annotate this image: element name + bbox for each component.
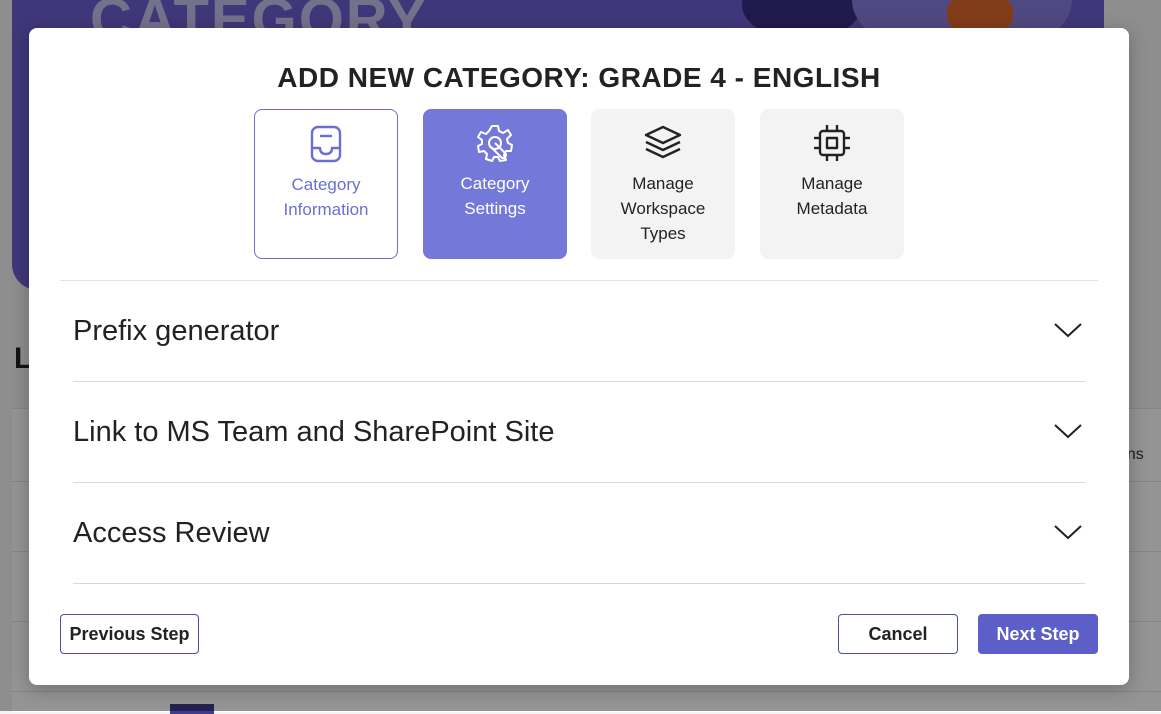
inbox-icon xyxy=(310,125,342,163)
previous-step-button[interactable]: Previous Step xyxy=(60,614,199,654)
step-category-information[interactable]: Category Information xyxy=(254,109,398,259)
step-manage-metadata[interactable]: Manage Metadata xyxy=(760,109,904,259)
chevron-down-icon[interactable] xyxy=(1053,523,1083,541)
cancel-button[interactable]: Cancel xyxy=(838,614,958,654)
accordion-access-review[interactable]: Access Review xyxy=(73,483,1085,584)
step-label: Category Information xyxy=(283,175,369,219)
step-label: Category Settings xyxy=(460,174,530,218)
accordion-link-ms-team[interactable]: Link to MS Team and SharePoint Site xyxy=(73,382,1085,483)
accordion-title: Access Review xyxy=(73,517,270,549)
step-category-settings[interactable]: Category Settings xyxy=(423,109,567,259)
wizard-steps: Category Information Category Settings M… xyxy=(254,109,904,259)
gear-wrench-icon xyxy=(477,125,513,162)
chevron-down-icon[interactable] xyxy=(1053,321,1083,339)
next-step-button[interactable]: Next Step xyxy=(978,614,1098,654)
accordion-title: Link to MS Team and SharePoint Site xyxy=(73,416,555,448)
dialog-title: ADD NEW CATEGORY: GRADE 4 - ENGLISH xyxy=(277,62,881,93)
accordion-prefix-generator[interactable]: Prefix generator xyxy=(73,281,1085,382)
layers-icon xyxy=(644,125,682,159)
step-manage-workspace-types[interactable]: Manage Workspace Types xyxy=(591,109,735,259)
step-label: Manage Workspace Types xyxy=(620,174,706,243)
accordion-title: Prefix generator xyxy=(73,315,280,347)
step-label: Manage Metadata xyxy=(796,174,868,218)
chevron-down-icon[interactable] xyxy=(1053,422,1083,440)
add-category-dialog: ADD NEW CATEGORY: GRADE 4 - ENGLISH Cate… xyxy=(29,28,1129,685)
chip-icon xyxy=(814,125,850,161)
